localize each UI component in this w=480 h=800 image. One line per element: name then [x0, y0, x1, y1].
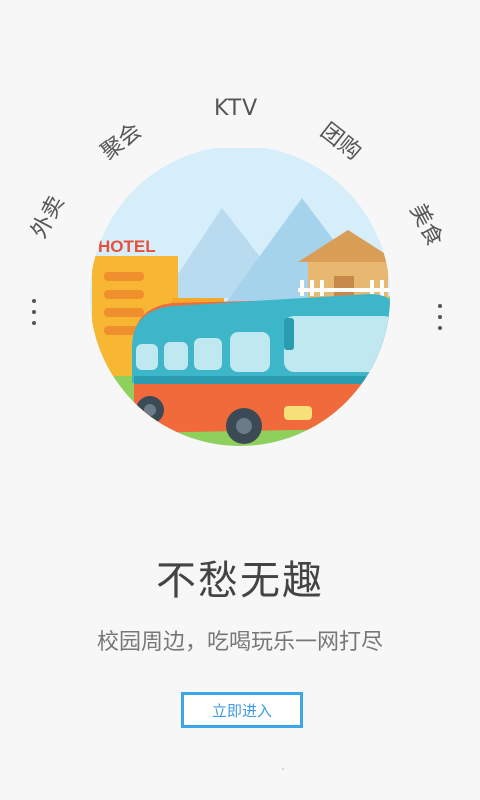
category-ktv-label: KTV — [214, 96, 259, 121]
vertical-dots-icon — [437, 304, 443, 330]
page-subtitle: 校园周边，吃喝玩乐一网打尽 — [96, 630, 383, 655]
page-indicator-dot — [282, 768, 284, 770]
welcome-screen: KTV 聚会 团购 外卖 美食 HOTEL 不愁无趣 校园周边，吃喝玩乐一网打尽… — [0, 0, 480, 800]
enter-now-button[interactable]: 立即进入 — [181, 692, 303, 728]
bus-shape — [132, 294, 390, 444]
category-takeout-label: 外卖 — [26, 191, 70, 243]
page-headline: 不愁无趣 — [156, 558, 324, 604]
bus-hotel-illustration: HOTEL — [90, 148, 390, 446]
vertical-dots-icon — [31, 299, 37, 325]
hotel-sign-text: HOTEL — [98, 237, 156, 256]
